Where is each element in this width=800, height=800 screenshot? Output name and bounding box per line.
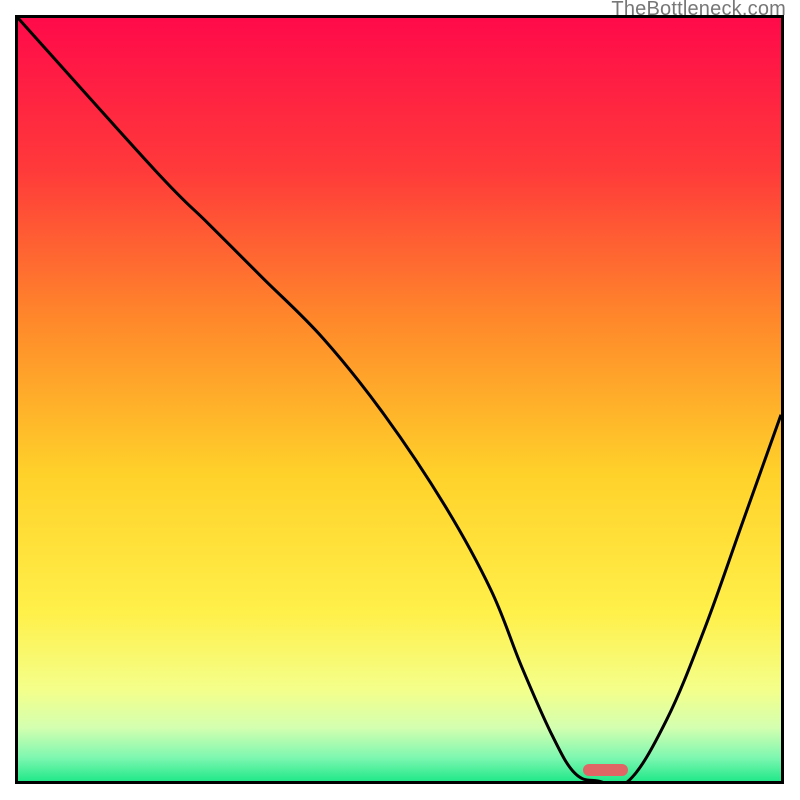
optimal-marker [583,764,629,776]
chart-frame: TheBottleneck.com [0,0,800,800]
plot-area [15,15,784,784]
bottleneck-curve [18,18,781,781]
